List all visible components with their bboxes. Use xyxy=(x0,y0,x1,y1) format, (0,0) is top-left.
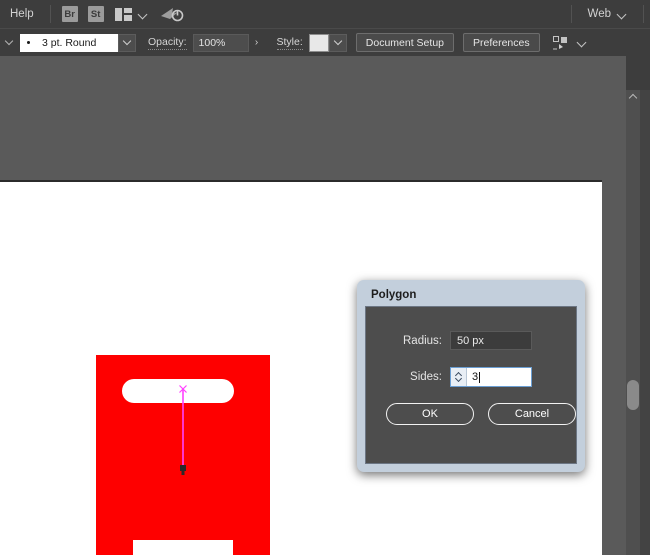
arrange-documents-icon[interactable] xyxy=(115,8,132,21)
ok-button[interactable]: OK xyxy=(386,403,474,425)
cloud-sync-icon[interactable] xyxy=(160,6,184,22)
brush-preset-label: 3 pt. Round xyxy=(42,37,96,49)
brush-dropdown-button[interactable] xyxy=(118,34,136,52)
workspace-chevron-down-icon[interactable] xyxy=(618,10,627,19)
menu-divider xyxy=(50,5,51,23)
arrange-chevron-down-icon[interactable] xyxy=(139,10,148,19)
sides-chevron-down-icon[interactable] xyxy=(455,377,462,382)
document-work-area: Polygon Radius: 50 px Sides: xyxy=(0,56,650,555)
tool-options-chevron-down-icon[interactable] xyxy=(2,31,16,55)
opacity-more-button[interactable]: › xyxy=(249,34,265,52)
dialog-body: Radius: 50 px Sides: 3 xyxy=(365,306,577,464)
workspace-divider xyxy=(571,5,572,23)
workspace-divider-right xyxy=(643,5,644,23)
bridge-button[interactable]: Br xyxy=(62,6,78,22)
workspace-label: Web xyxy=(588,8,611,20)
work-area-top-right-fill xyxy=(626,56,650,90)
opacity-label: Opacity: xyxy=(148,36,187,50)
application-menu-bar: Help Br St Web xyxy=(0,0,650,28)
radius-input[interactable]: 50 px xyxy=(450,331,532,350)
opacity-input[interactable]: 100% xyxy=(193,34,249,52)
tool-options-bar: 3 pt. Round Opacity: 100% › Style: Docum… xyxy=(0,28,650,56)
vertical-scrollbar[interactable] xyxy=(626,90,640,555)
document-setup-button[interactable]: Document Setup xyxy=(356,33,454,52)
radius-row: Radius: 50 px xyxy=(380,331,532,350)
work-area-right-edge xyxy=(640,56,650,555)
cancel-button[interactable]: Cancel xyxy=(488,403,576,425)
radius-value: 50 px xyxy=(457,335,484,347)
align-objects-icon[interactable] xyxy=(553,36,571,50)
dialog-button-group: OK Cancel xyxy=(386,403,576,425)
menu-item-help[interactable]: Help xyxy=(0,0,44,28)
style-swatch[interactable] xyxy=(309,34,329,52)
application-window: Help Br St Web 3 pt. Round Op xyxy=(0,0,650,555)
sides-input[interactable]: 3 xyxy=(450,367,532,387)
style-label: Style: xyxy=(277,36,303,50)
align-chevron-down-icon[interactable] xyxy=(578,38,587,47)
sides-value-field[interactable]: 3 xyxy=(467,368,531,386)
style-dropdown-button[interactable] xyxy=(329,34,347,52)
brush-preset-field[interactable]: 3 pt. Round xyxy=(20,34,118,52)
scrollbar-thumb[interactable] xyxy=(627,380,639,410)
sides-label: Sides: xyxy=(380,371,442,383)
preferences-button[interactable]: Preferences xyxy=(463,33,540,52)
workspace-switcher[interactable]: Web xyxy=(578,0,637,28)
brush-dot-icon xyxy=(27,41,30,44)
dialog-title: Polygon xyxy=(361,284,581,306)
scrollbar-chevron-up-icon[interactable] xyxy=(626,90,640,104)
sides-row: Sides: 3 xyxy=(380,367,532,387)
radius-label: Radius: xyxy=(380,335,442,347)
sides-spinner-buttons[interactable] xyxy=(451,368,467,386)
polygon-dialog: Polygon Radius: 50 px Sides: xyxy=(357,280,585,472)
stock-button[interactable]: St xyxy=(88,6,104,22)
text-cursor xyxy=(479,372,480,383)
opacity-value: 100% xyxy=(199,37,226,49)
sides-value: 3 xyxy=(472,371,478,383)
